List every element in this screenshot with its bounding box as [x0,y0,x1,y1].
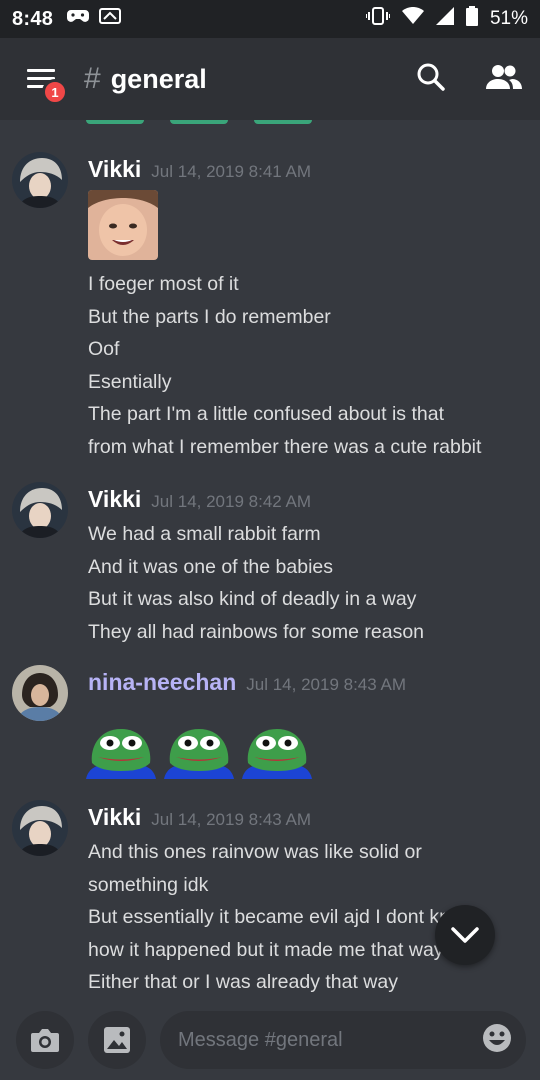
members-icon [486,64,522,89]
emoji-fragment [170,120,228,124]
status-bar: 8:48 51% [0,0,540,38]
frog-emoji[interactable] [86,723,156,784]
jump-to-present-button[interactable] [435,905,495,965]
image-icon [104,1027,130,1053]
message-line: We had a small rabbit farm [88,523,321,545]
message-composer: Message #general [0,1000,540,1080]
avatar[interactable] [12,800,68,856]
message-line: from what I remember there was a cute ra… [88,435,482,458]
emoji-row [86,723,312,784]
message-input-placeholder: Message #general [178,1028,343,1051]
battery-icon [465,6,478,32]
message-line: Either that or I was already that way [88,971,398,993]
message-line: But the parts I do remember [88,305,331,328]
channel-title[interactable]: # general [84,62,207,96]
message-list[interactable]: Vikki Jul 14, 2019 8:41 AM I foeger most… [0,120,540,1000]
menu-button[interactable]: 1 [26,63,68,105]
message-line: something idk [88,873,209,896]
chevron-down-icon [451,927,479,943]
gallery-button[interactable] [88,1011,146,1069]
emoji-picker-button[interactable] [482,1023,512,1058]
timestamp: Jul 14, 2019 8:43 AM [151,810,312,829]
channel-name: general [110,63,207,94]
message-line: And it was one of the babies [88,555,333,578]
author-name[interactable]: Vikki [88,156,141,183]
message-line: I foeger most of it [88,273,239,295]
notification-badge: 1 [42,79,68,105]
status-time: 8:48 [12,7,54,30]
timestamp: Jul 14, 2019 8:43 AM [246,675,406,694]
message-line: Esentially [88,370,172,393]
message-text: We had a small rabbit farm And it was on… [88,518,528,648]
author-name[interactable]: Vikki [88,486,141,513]
emoji-fragment [254,120,312,124]
camera-button[interactable] [16,1011,74,1069]
message-line: Oof [88,338,120,360]
message-line: But it was also kind of deadly in a way [88,588,417,610]
timestamp: Jul 14, 2019 8:42 AM [151,492,312,511]
image-attachment[interactable] [88,190,158,260]
message-input[interactable]: Message #general [160,1011,526,1069]
message-line: The part I'm a little confused about is … [88,403,444,425]
smiley-icon [483,1023,511,1052]
author-name[interactable]: Vikki [88,804,141,831]
search-icon [417,63,445,91]
message-line: And this ones rainvow was like solid or [88,841,422,863]
cell-signal-icon [435,7,454,31]
channel-hash-icon: # [84,62,101,95]
previous-message-emojis [86,120,312,124]
emoji-fragment [86,120,144,124]
vibrate-icon [364,7,391,31]
message-line: They all had rainbows for some reason [88,620,425,643]
avatar[interactable] [12,665,68,721]
frog-emoji[interactable] [164,723,234,784]
timestamp: Jul 14, 2019 8:41 AM [151,162,312,181]
camera-icon [31,1029,59,1052]
screen-mirror-icon [99,7,122,31]
wifi-icon [401,6,424,31]
frog-emoji[interactable] [242,723,312,784]
search-button[interactable] [416,62,446,97]
members-button[interactable] [486,64,522,95]
channel-header: 1 # general [0,38,540,120]
game-controller-icon [67,7,90,31]
battery-percent: 51% [489,8,528,29]
message-text: I foeger most of it But the parts I do r… [88,268,528,463]
avatar[interactable] [12,482,68,538]
author-name[interactable]: nina-neechan [88,669,236,696]
avatar[interactable] [12,152,68,208]
